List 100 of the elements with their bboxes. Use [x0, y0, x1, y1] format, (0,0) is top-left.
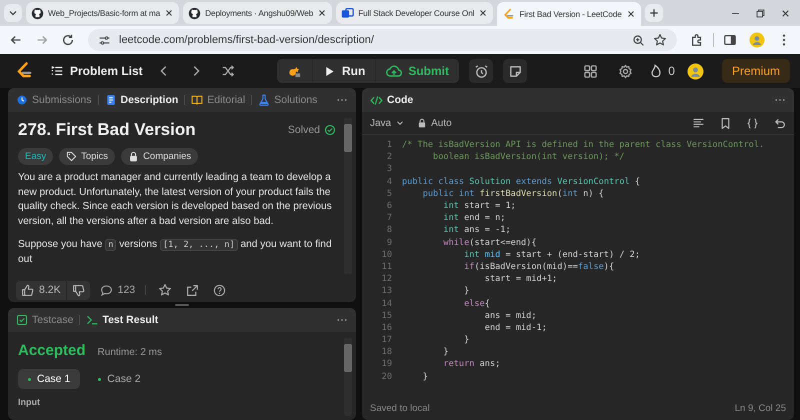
format-icon[interactable] [692, 116, 705, 130]
code-line: int ans = -1; [442, 225, 511, 236]
line-number: 12 [380, 274, 393, 284]
side-panel-icon[interactable] [723, 33, 737, 47]
panel-tab[interactable]: Editorial [191, 94, 246, 106]
extensions-icon[interactable] [690, 33, 704, 47]
line-number: 4 [386, 176, 393, 187]
code-line: start = mid+1; [484, 274, 558, 284]
browser-tab[interactable]: Deployments · Angshu09/Web [183, 2, 332, 24]
language-dropdown[interactable]: Java [370, 118, 406, 128]
github-icon [31, 6, 44, 20]
line-number: 18 [380, 347, 393, 358]
line-number: 3 [386, 164, 393, 174]
back-icon[interactable] [9, 33, 23, 47]
flame-icon [649, 64, 664, 78]
scrollbar[interactable] [344, 118, 352, 274]
favorite-star-icon[interactable] [158, 283, 172, 297]
settings-icon[interactable] [618, 64, 634, 78]
line-number: 13 [380, 286, 393, 296]
case-tab[interactable]: Case 2 [88, 369, 151, 389]
restore-icon[interactable] [755, 8, 766, 18]
line-number: 16 [380, 322, 393, 333]
line-number: 8 [386, 225, 393, 236]
line-number: 15 [380, 310, 393, 321]
tab-title: First Bad Version - LeetCode [519, 9, 622, 19]
run-button[interactable]: Run [313, 59, 376, 83]
resize-handle[interactable] [175, 304, 189, 306]
browser-tab[interactable]: First Bad Version - LeetCode [497, 2, 641, 26]
url-text: leetcode.com/problems/first-bad-version/description/ [119, 34, 374, 46]
case-tab[interactable]: Case 1 [18, 369, 80, 389]
check-circle-icon [324, 124, 336, 136]
avatar-icon[interactable] [686, 62, 704, 80]
bookmark-star-icon[interactable] [653, 33, 667, 47]
panel-tab[interactable]: Submissions [16, 94, 92, 106]
scrollbar[interactable] [344, 338, 352, 416]
notes-button[interactable] [503, 59, 527, 83]
line-number: 6 [386, 201, 393, 212]
reset-icon[interactable] [773, 116, 786, 130]
panel-tab[interactable]: Test Result [86, 314, 158, 326]
auto-mode-toggle[interactable]: Auto [417, 118, 452, 128]
alarm-clock-icon [474, 64, 488, 78]
close-icon[interactable] [164, 8, 174, 18]
clock-icon [16, 94, 28, 106]
code-line: int mid = start + (end-start) / 2; [463, 250, 640, 260]
panel-tab[interactable]: Description [104, 94, 178, 106]
panel-tab[interactable]: Testcase [16, 314, 74, 326]
line-number: 1 [386, 140, 393, 150]
close-icon[interactable] [780, 8, 791, 18]
line-number: 5 [386, 188, 393, 199]
line-number: 10 [380, 250, 393, 260]
panel-tab[interactable]: Solutions [258, 94, 318, 106]
premium-button[interactable]: Premium [722, 59, 790, 83]
tab-list-icon[interactable] [4, 4, 22, 22]
comments-button[interactable]: 123 [100, 284, 136, 296]
tag-chip[interactable]: Topics [59, 148, 116, 165]
problem-list-link[interactable]: Problem List [50, 64, 143, 78]
save-status: Saved to local [370, 402, 430, 414]
streak-counter[interactable]: 0 [649, 64, 675, 78]
code-line: } [463, 286, 470, 296]
bookmark-icon[interactable] [719, 116, 732, 130]
new-tab-icon[interactable] [644, 4, 663, 22]
squares-icon [341, 6, 354, 20]
code-line: if(isBadVersion(mid)==false){ [463, 262, 614, 272]
close-icon[interactable] [478, 8, 488, 18]
address-bar[interactable]: leetcode.com/problems/first-bad-version/description/ [88, 29, 677, 51]
close-icon[interactable] [626, 9, 636, 19]
line-number: 17 [380, 335, 393, 346]
submit-button[interactable]: Submit [376, 59, 459, 83]
reload-icon[interactable] [61, 33, 75, 47]
share-icon[interactable] [186, 284, 200, 296]
help-icon[interactable] [213, 284, 226, 296]
tag-chip[interactable]: Companies [121, 148, 198, 165]
description-text: You are a product manager and currently leading a team to develop a new product. Unfortunately, the latest version of your product fails the quality check. Since each version is developed based on the previous version, all the versions after a bad version are also bad. [18, 171, 333, 228]
code-line: boolean isBadVersion(int version); */ [432, 152, 624, 162]
checkbox-icon [16, 314, 28, 326]
line-number: 9 [386, 238, 393, 248]
code-line: } [442, 347, 449, 358]
shuffle-icon[interactable] [220, 64, 235, 78]
browser-tab[interactable]: Web_Projects/Basic-form at ma [26, 2, 180, 24]
lock-icon [417, 118, 428, 128]
timer-button[interactable] [469, 59, 493, 83]
like-button[interactable]: 8.2K [16, 280, 66, 300]
streak-count: 0 [668, 64, 675, 78]
verdict-text: Accepted [18, 342, 86, 359]
thumbs-up-icon [21, 284, 34, 296]
code-line: else{ [463, 298, 490, 309]
panel-title: Code [370, 94, 414, 106]
tab-title: Full Stack Developer Course Onl [358, 8, 474, 18]
list-icon [50, 64, 64, 78]
close-icon[interactable] [317, 8, 328, 18]
site-settings-icon[interactable] [98, 34, 111, 46]
browser-tab[interactable]: Full Stack Developer Course Onl [336, 2, 494, 24]
upload-cloud-icon [386, 63, 402, 79]
braces-icon[interactable] [746, 116, 759, 130]
layout-icon[interactable] [583, 64, 598, 78]
dislike-button[interactable] [66, 280, 90, 300]
comment-icon [100, 284, 113, 296]
book-icon [191, 94, 204, 106]
zoom-icon[interactable] [632, 34, 645, 46]
debug-button[interactable] [277, 59, 312, 83]
